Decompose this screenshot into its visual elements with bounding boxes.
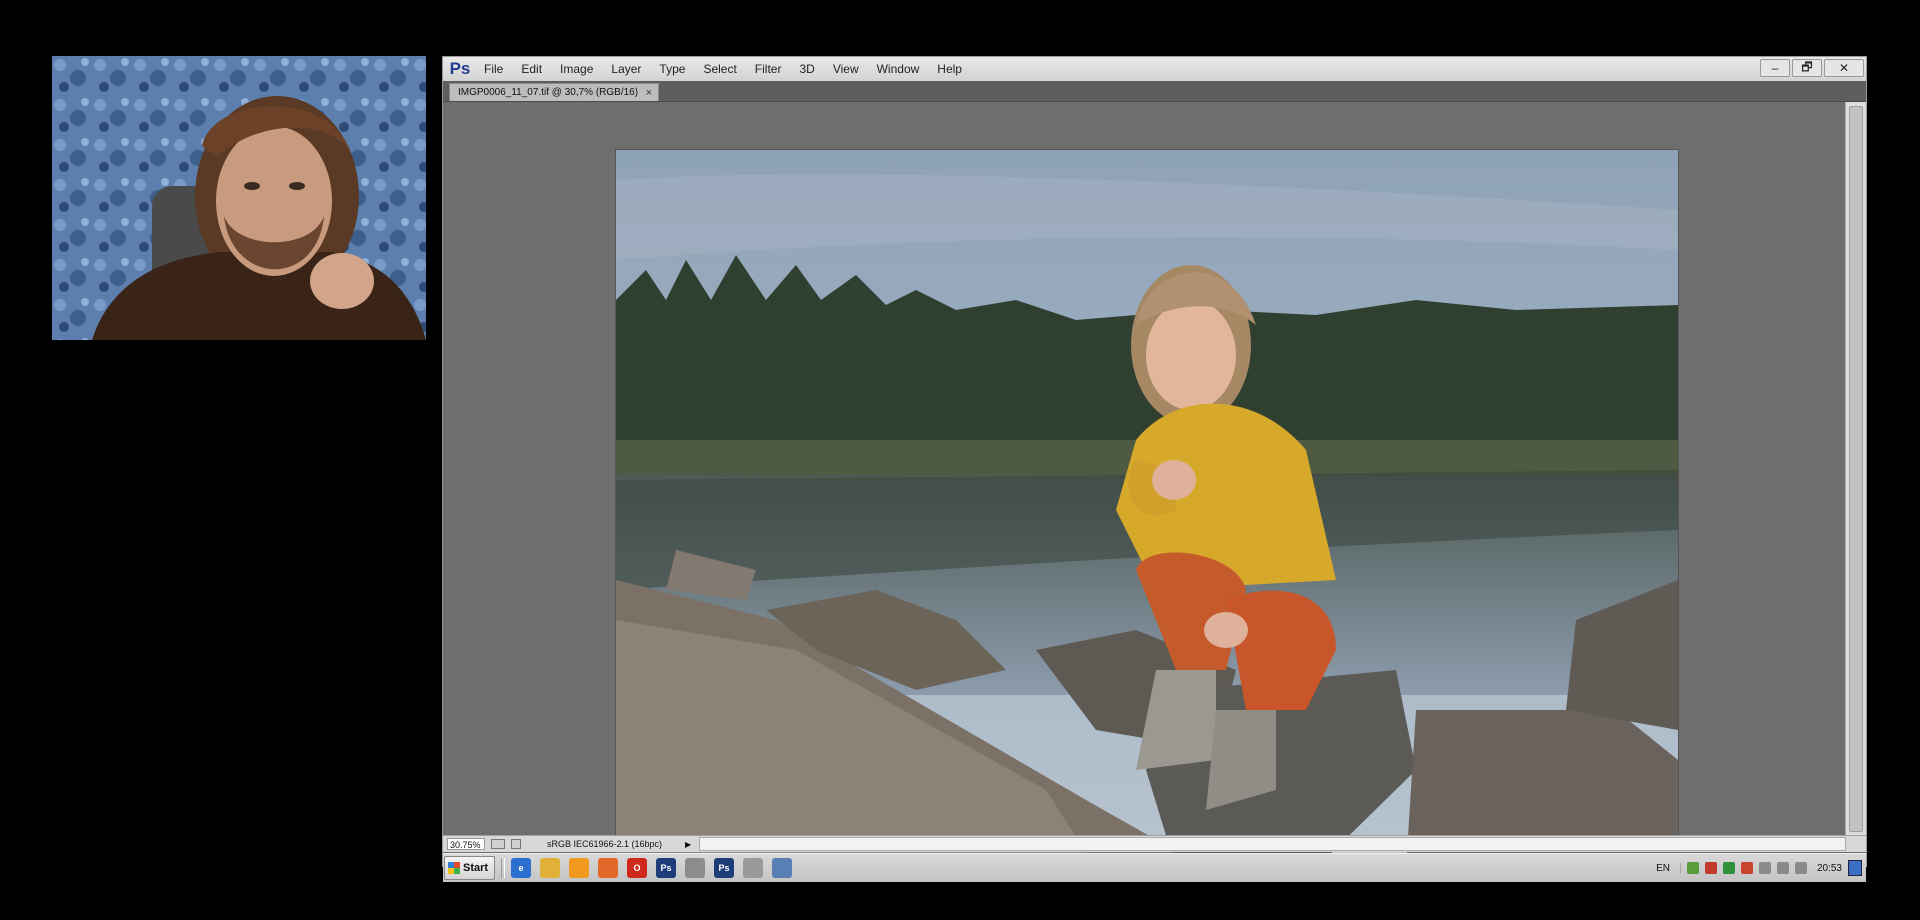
share-icon[interactable] (511, 839, 521, 849)
menu-edit[interactable]: Edit (512, 57, 551, 81)
window-icon[interactable] (772, 858, 793, 878)
explorer-icon[interactable] (540, 858, 561, 878)
photo-image (616, 150, 1678, 868)
tray-icon-1[interactable] (1704, 862, 1717, 874)
proof-icon[interactable] (491, 839, 505, 849)
window-controls: – 🗗 ✕ (1760, 57, 1866, 81)
canvas-area[interactable] (443, 102, 1846, 868)
clock[interactable]: 20:53 (1817, 863, 1842, 874)
status-bar: 30.75% sRGB IEC61966-2.1 (16bpc) ▶ (443, 835, 1866, 852)
menu-help[interactable]: Help (928, 57, 971, 81)
media-icon[interactable] (569, 858, 590, 878)
tab-close-icon[interactable]: × (646, 87, 652, 99)
tray-icon-4[interactable] (1758, 862, 1771, 874)
document-photo[interactable] (616, 150, 1678, 868)
tray-icons (1681, 862, 1807, 874)
restore-button[interactable]: 🗗 (1792, 59, 1822, 77)
status-menu-arrow-icon[interactable]: ▶ (685, 840, 691, 849)
horizontal-scrollbar[interactable] (699, 837, 1846, 851)
firefox-icon[interactable] (598, 858, 619, 878)
menu-image[interactable]: Image (551, 57, 602, 81)
photoshop-window: Ps File Edit Image Layer Type Select Fil… (442, 56, 1867, 882)
taskbar: Start e O Ps Ps EN 20:53 (443, 853, 1866, 882)
menu-3d[interactable]: 3D (790, 57, 823, 81)
document-tab-title: IMGP0006_11_07.tif @ 30,7% (RGB/16) (458, 87, 639, 98)
taskbar-separator (501, 858, 506, 878)
photoshop-logo: Ps (449, 59, 471, 78)
menu-view[interactable]: View (824, 57, 868, 81)
tray-icon-2[interactable] (1722, 862, 1735, 874)
ie-icon[interactable]: e (511, 858, 532, 878)
menu-layer[interactable]: Layer (602, 57, 650, 81)
minimize-button[interactable]: – (1760, 59, 1790, 77)
menu-bar: Ps File Edit Image Layer Type Select Fil… (443, 57, 1866, 82)
quick-launch: e O Ps Ps (511, 858, 801, 878)
windows-logo-icon (448, 862, 460, 874)
menu-type[interactable]: Type (650, 57, 694, 81)
show-desktop-button[interactable] (1848, 860, 1862, 876)
menu-window[interactable]: Window (868, 57, 929, 81)
network-icon[interactable] (685, 858, 706, 878)
user-icon[interactable] (743, 858, 764, 878)
document-tab-bar: IMGP0006_11_07.tif @ 30,7% (RGB/16) × (443, 81, 1866, 102)
close-button[interactable]: ✕ (1824, 59, 1864, 77)
start-button[interactable]: Start (444, 856, 496, 880)
photoshop-icon[interactable]: Ps (656, 858, 677, 878)
tray-icon-6[interactable] (1794, 862, 1807, 874)
document-tab[interactable]: IMGP0006_11_07.tif @ 30,7% (RGB/16) × (449, 83, 659, 101)
vertical-scrollbar[interactable] (1845, 102, 1866, 836)
zoom-field[interactable]: 30.75% (447, 838, 485, 850)
webcam-overlay (52, 56, 426, 340)
tray-icon-0[interactable] (1686, 862, 1699, 874)
webcam-image (52, 56, 426, 340)
menu-select[interactable]: Select (694, 57, 745, 81)
language-indicator[interactable]: EN (1646, 862, 1681, 874)
vertical-scroll-thumb[interactable] (1849, 106, 1863, 832)
menu-file[interactable]: File (475, 57, 512, 81)
opera-icon[interactable]: O (627, 858, 648, 878)
tray-icon-5[interactable] (1776, 862, 1789, 874)
system-tray: EN 20:53 (1646, 854, 1866, 882)
photoshop-2-icon[interactable]: Ps (714, 858, 735, 878)
menu-filter[interactable]: Filter (746, 57, 791, 81)
tray-icon-3[interactable] (1740, 862, 1753, 874)
start-label: Start (463, 862, 489, 874)
color-profile: sRGB IEC61966-2.1 (16bpc) (547, 839, 663, 849)
